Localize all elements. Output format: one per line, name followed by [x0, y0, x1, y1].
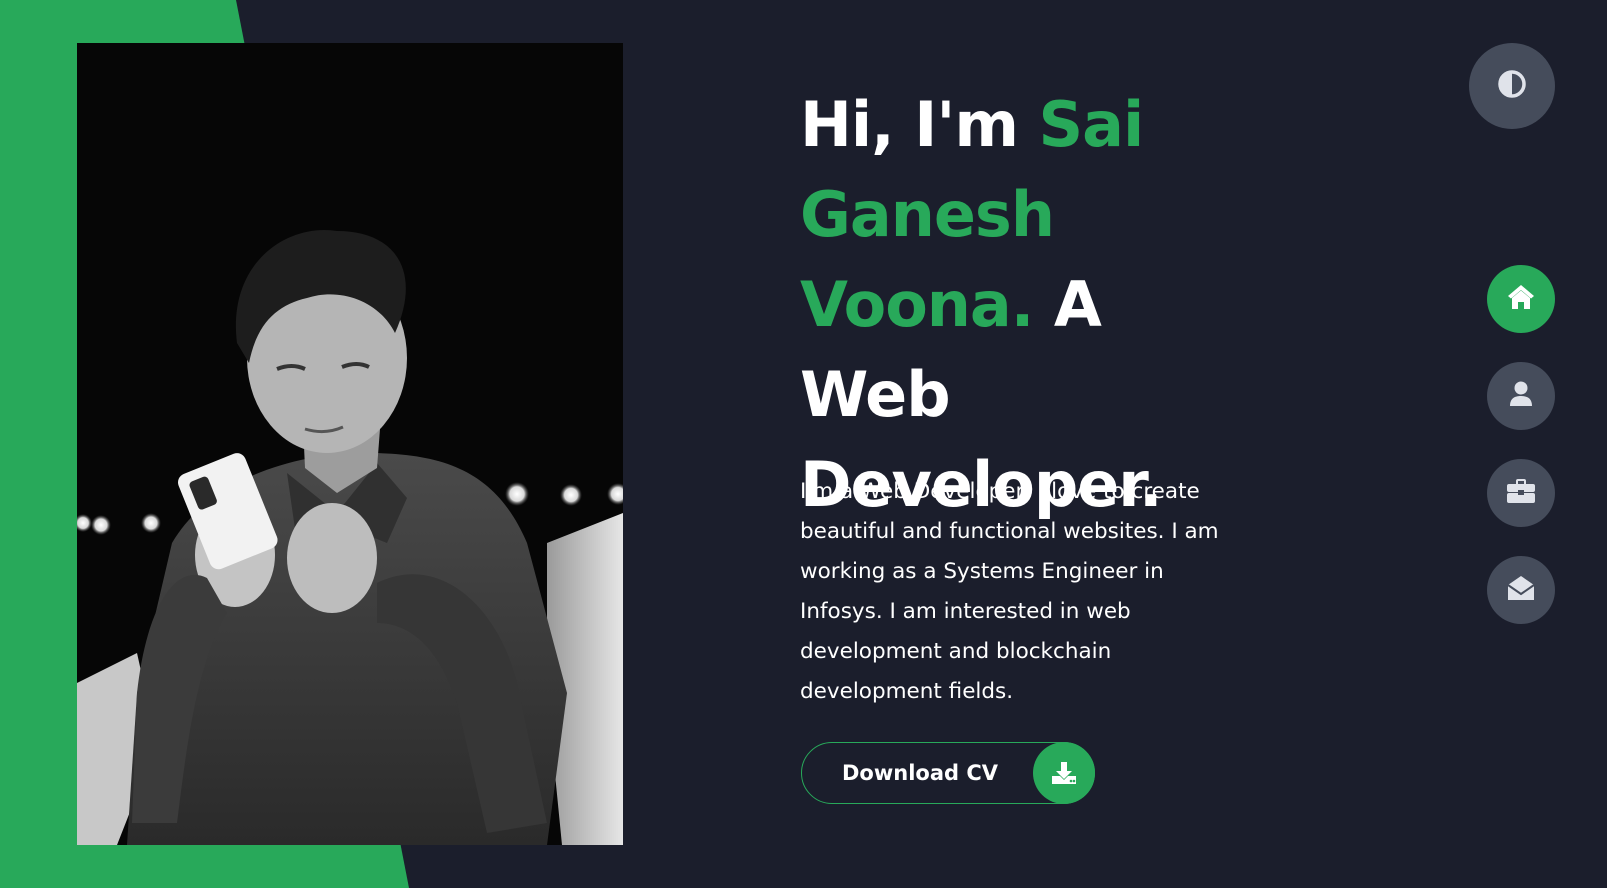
download-cv-label: Download CV: [842, 761, 999, 785]
nav-home-button[interactable]: [1487, 265, 1555, 333]
download-cv-button[interactable]: Download CV: [801, 742, 1095, 804]
hero-title: Hi, I'm Sai Ganesh Voona. A Web Develope…: [800, 80, 1270, 530]
page: Hi, I'm Sai Ganesh Voona. A Web Develope…: [0, 0, 1607, 888]
theme-toggle-button[interactable]: [1469, 43, 1555, 129]
briefcase-icon: [1507, 479, 1535, 507]
envelope-open-icon: [1507, 575, 1535, 605]
adjust-icon: [1497, 69, 1527, 103]
hero-description: I'm a Web Developer, I love to create be…: [800, 479, 1219, 704]
profile-photo: [77, 43, 623, 845]
hero-greeting: Hi, I'm: [800, 88, 1039, 161]
home-icon: [1507, 284, 1535, 314]
nav-portfolio-button[interactable]: [1487, 459, 1555, 527]
nav-contact-button[interactable]: [1487, 556, 1555, 624]
user-icon: [1509, 381, 1533, 411]
nav-about-button[interactable]: [1487, 362, 1555, 430]
download-icon: [1033, 742, 1095, 804]
